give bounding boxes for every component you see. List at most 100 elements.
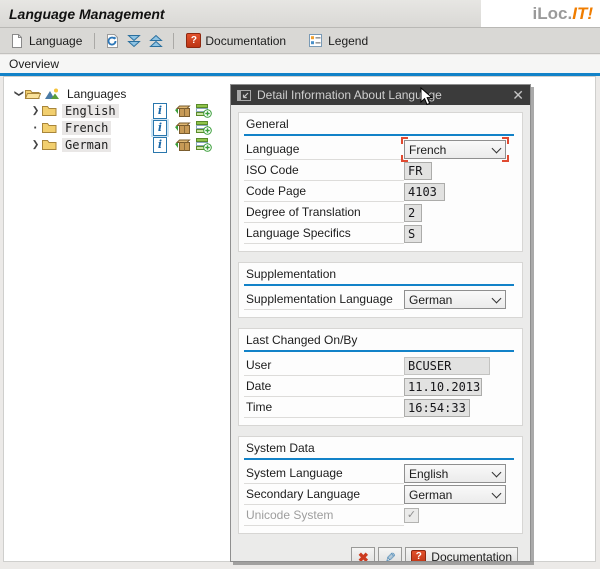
system-language-dropdown[interactable]: English (404, 464, 506, 483)
dialog-documentation-label: Documentation (431, 550, 512, 561)
secondary-language-value: German (409, 487, 453, 502)
refresh-icon[interactable] (104, 33, 120, 49)
section-last-changed-heading: Last Changed On/By (244, 331, 514, 352)
chevron-down-icon (491, 467, 502, 477)
time-field: 16:54:33 (404, 398, 470, 417)
field-row-secondary-language: Secondary Language German (244, 484, 514, 505)
section-last-changed: Last Changed On/By User BCUSER Date 11.1… (238, 328, 523, 426)
tree-item-label: German (62, 137, 112, 152)
field-label: ISO Code (244, 160, 404, 181)
info-icon-wrap[interactable] (151, 136, 169, 154)
chevron-down-icon (491, 488, 502, 498)
tree-row-german[interactable]: German (4, 136, 244, 153)
legend-button[interactable]: Legend (305, 31, 371, 51)
field-row-language: Language French (244, 137, 514, 162)
folder-icon (41, 138, 57, 151)
section-general-heading: General (244, 115, 514, 136)
field-label: Secondary Language (244, 484, 404, 505)
field-row-degree: Degree of Translation 2 (244, 202, 514, 223)
field-row-supplementation-language: Supplementation Language German (244, 289, 514, 310)
tree-row-english[interactable]: English (4, 102, 244, 119)
field-row-date: Date 11.10.2013 (244, 376, 514, 397)
supplementation-language-dropdown[interactable]: German (404, 290, 506, 309)
tree-row-languages[interactable]: Languages (4, 85, 244, 102)
dialog-titlebar[interactable]: Detail Information About Language ✕ (231, 85, 530, 105)
field-row-iso-code: ISO Code FR (244, 160, 514, 181)
transport-package-icon[interactable] (174, 103, 191, 118)
tree-row-french[interactable]: French (4, 118, 244, 137)
section-system-data-heading: System Data (244, 439, 514, 460)
toolbar-separator (173, 32, 175, 49)
dialog-body: General Language French ISO Code FR Code… (231, 105, 530, 561)
code-page-field[interactable]: 4103 (404, 182, 445, 201)
field-row-unicode: Unicode System (244, 505, 514, 526)
iso-code-field[interactable]: FR (404, 161, 432, 180)
field-label: Time (244, 397, 404, 418)
landscape-group-icon (44, 87, 60, 101)
system-language-value: English (409, 466, 449, 481)
language-tree: Languages English (4, 85, 244, 153)
leaf-dot-icon (30, 120, 41, 135)
open-folder-icon (24, 87, 41, 101)
language-management-window: Language Management iLoc. IT! Language ?… (0, 0, 600, 569)
chevron-collapsed-icon[interactable] (30, 139, 41, 150)
section-supplementation: Supplementation Supplementation Language… (238, 262, 523, 318)
tree-item-label: English (62, 103, 119, 118)
chevron-expanded-icon[interactable] (13, 88, 24, 99)
supplementation-language-value: German (409, 292, 453, 307)
tab-bar: Overview (0, 55, 600, 73)
edit-button[interactable] (378, 547, 403, 561)
secondary-language-dropdown[interactable]: German (404, 485, 506, 504)
toolbar-separator (94, 32, 96, 49)
transport-package-icon[interactable] (174, 120, 191, 135)
collapse-all-icon[interactable] (148, 33, 164, 49)
main-toolbar: Language Documentation (0, 28, 600, 54)
info-icon (153, 102, 167, 119)
field-label: User (244, 355, 404, 376)
brand-logo: iLoc. IT! (481, 0, 600, 27)
tab-overview[interactable]: Overview (0, 55, 600, 73)
info-icon (153, 119, 167, 136)
info-icon-wrap-selected[interactable] (151, 118, 169, 137)
folder-icon (41, 104, 57, 117)
transport-package-icon[interactable] (174, 137, 191, 152)
tree-item-label-wrap: German (62, 137, 151, 152)
page-title: Language Management (9, 5, 165, 22)
add-entry-icon[interactable] (195, 137, 212, 152)
field-row-system-language: System Language English (244, 463, 514, 484)
brand-logo-prefix: iLoc. (532, 3, 573, 23)
dialog-documentation-button[interactable]: Documentation (405, 547, 518, 561)
brand-logo-suffix: IT! (572, 3, 593, 23)
field-label: Unicode System (244, 505, 404, 526)
window-titlebar: Language Management iLoc. IT! (0, 0, 600, 28)
degree-of-translation-field[interactable]: 2 (404, 203, 422, 222)
field-row-user: User BCUSER (244, 355, 514, 376)
chevron-collapsed-icon[interactable] (30, 105, 41, 116)
info-icon-wrap[interactable] (151, 102, 169, 120)
tree-item-label: French (62, 120, 112, 135)
section-general: General Language French ISO Code FR Code… (238, 112, 523, 252)
red-x-icon (358, 551, 369, 562)
chevron-down-icon (491, 143, 502, 153)
language-dropdown[interactable]: French (401, 140, 509, 162)
add-entry-icon[interactable] (195, 103, 212, 118)
new-document-icon (9, 33, 25, 49)
expand-all-icon[interactable] (126, 33, 142, 49)
documentation-button[interactable]: Documentation (183, 31, 289, 50)
documentation-button-label: Documentation (205, 33, 287, 48)
detail-information-dialog: Detail Information About Language ✕ Gene… (230, 84, 531, 562)
folder-icon (41, 121, 57, 134)
legend-icon (308, 33, 324, 49)
language-button-label: Language (29, 33, 83, 48)
help-question-icon (411, 549, 427, 561)
user-field: BCUSER (404, 356, 490, 375)
field-row-code-page: Code Page 4103 (244, 181, 514, 202)
add-entry-icon[interactable] (195, 120, 212, 135)
help-question-icon (186, 33, 202, 48)
cancel-button[interactable] (351, 547, 376, 562)
close-icon[interactable]: ✕ (512, 88, 524, 102)
field-label: Code Page (244, 181, 404, 202)
field-label: Degree of Translation (244, 202, 404, 223)
language-specifics-field[interactable]: S (404, 224, 422, 243)
language-button[interactable]: Language (6, 31, 85, 51)
